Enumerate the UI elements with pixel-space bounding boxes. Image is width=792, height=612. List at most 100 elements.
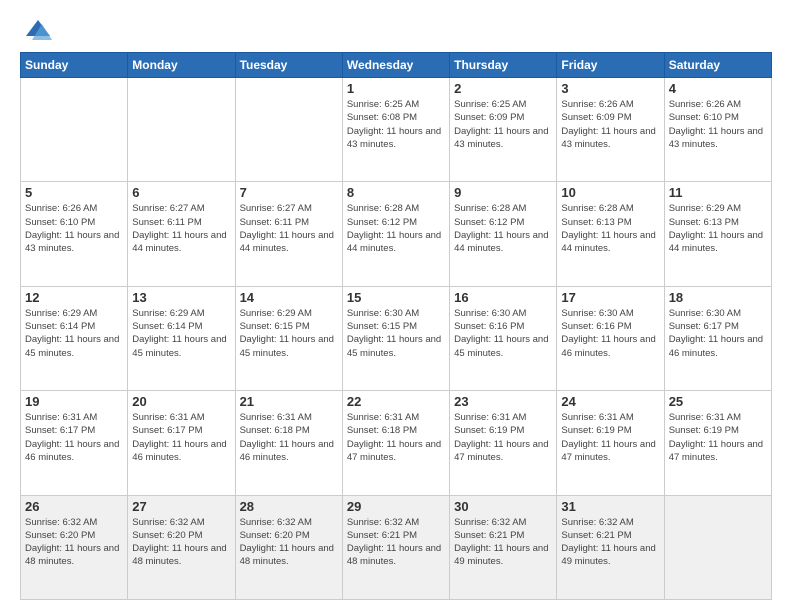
day-info: Sunrise: 6:32 AM Sunset: 6:20 PM Dayligh… bbox=[240, 516, 338, 569]
calendar-cell: 1Sunrise: 6:25 AM Sunset: 6:08 PM Daylig… bbox=[342, 78, 449, 182]
calendar-week-row: 19Sunrise: 6:31 AM Sunset: 6:17 PM Dayli… bbox=[21, 391, 772, 495]
day-info: Sunrise: 6:32 AM Sunset: 6:20 PM Dayligh… bbox=[25, 516, 123, 569]
logo bbox=[20, 16, 52, 44]
day-number: 2 bbox=[454, 81, 552, 96]
day-number: 20 bbox=[132, 394, 230, 409]
calendar-week-row: 26 Sunrise: 6:32 AM Sunset: 6:20 PM Dayli… bbox=[21, 495, 772, 599]
day-of-week-header: Friday bbox=[557, 53, 664, 78]
calendar-cell bbox=[664, 495, 771, 599]
calendar-cell bbox=[128, 78, 235, 182]
calendar-cell: 23Sunrise: 6:31 AM Sunset: 6:19 PM Dayli… bbox=[450, 391, 557, 495]
calendar-cell bbox=[235, 78, 342, 182]
day-number: 4 bbox=[669, 81, 767, 96]
day-info: Sunrise: 6:29 AM Sunset: 6:14 PM Dayligh… bbox=[132, 307, 230, 360]
day-info: Sunrise: 6:27 AM Sunset: 6:11 PM Dayligh… bbox=[240, 202, 338, 255]
day-number: 24 bbox=[561, 394, 659, 409]
calendar-cell: 8 Sunrise: 6:28 AM Sunset: 6:12 PM Daylig… bbox=[342, 182, 449, 286]
day-number: 16 bbox=[454, 290, 552, 305]
calendar-week-row: 1Sunrise: 6:25 AM Sunset: 6:08 PM Daylig… bbox=[21, 78, 772, 182]
day-info: Sunrise: 6:32 AM Sunset: 6:21 PM Dayligh… bbox=[454, 516, 552, 569]
day-number: 30 bbox=[454, 499, 552, 514]
calendar-cell: 21Sunrise: 6:31 AM Sunset: 6:18 PM Dayli… bbox=[235, 391, 342, 495]
calendar-cell: 12 Sunrise: 6:29 AM Sunset: 6:14 PM Dayli… bbox=[21, 286, 128, 390]
day-number: 29 bbox=[347, 499, 445, 514]
calendar-week-row: 12 Sunrise: 6:29 AM Sunset: 6:14 PM Dayli… bbox=[21, 286, 772, 390]
day-info: Sunrise: 6:25 AM Sunset: 6:09 PM Dayligh… bbox=[454, 98, 552, 151]
day-info: Sunrise: 6:31 AM Sunset: 6:17 PM Dayligh… bbox=[132, 411, 230, 464]
calendar-table: SundayMondayTuesdayWednesdayThursdayFrid… bbox=[20, 52, 772, 600]
calendar-cell: 27 Sunrise: 6:32 AM Sunset: 6:20 PM Dayli… bbox=[128, 495, 235, 599]
calendar-cell: 4 Sunrise: 6:26 AM Sunset: 6:10 PM Daylig… bbox=[664, 78, 771, 182]
day-info: Sunrise: 6:32 AM Sunset: 6:20 PM Dayligh… bbox=[132, 516, 230, 569]
calendar-cell: 5 Sunrise: 6:26 AM Sunset: 6:10 PM Daylig… bbox=[21, 182, 128, 286]
calendar-cell: 19Sunrise: 6:31 AM Sunset: 6:17 PM Dayli… bbox=[21, 391, 128, 495]
header bbox=[20, 16, 772, 44]
day-info: Sunrise: 6:29 AM Sunset: 6:15 PM Dayligh… bbox=[240, 307, 338, 360]
day-of-week-header: Saturday bbox=[664, 53, 771, 78]
day-number: 11 bbox=[669, 185, 767, 200]
logo-icon bbox=[24, 16, 52, 44]
calendar-cell: 2 Sunrise: 6:25 AM Sunset: 6:09 PM Daylig… bbox=[450, 78, 557, 182]
calendar-cell: 25Sunrise: 6:31 AM Sunset: 6:19 PM Dayli… bbox=[664, 391, 771, 495]
calendar-cell: 13 Sunrise: 6:29 AM Sunset: 6:14 PM Dayli… bbox=[128, 286, 235, 390]
day-info: Sunrise: 6:30 AM Sunset: 6:15 PM Dayligh… bbox=[347, 307, 445, 360]
day-info: Sunrise: 6:32 AM Sunset: 6:21 PM Dayligh… bbox=[347, 516, 445, 569]
day-number: 9 bbox=[454, 185, 552, 200]
calendar-cell: 26 Sunrise: 6:32 AM Sunset: 6:20 PM Dayli… bbox=[21, 495, 128, 599]
calendar-cell: 30 Sunrise: 6:32 AM Sunset: 6:21 PM Dayli… bbox=[450, 495, 557, 599]
day-number: 8 bbox=[347, 185, 445, 200]
day-number: 21 bbox=[240, 394, 338, 409]
calendar-cell: 7 Sunrise: 6:27 AM Sunset: 6:11 PM Daylig… bbox=[235, 182, 342, 286]
day-info: Sunrise: 6:29 AM Sunset: 6:13 PM Dayligh… bbox=[669, 202, 767, 255]
day-info: Sunrise: 6:25 AM Sunset: 6:08 PM Dayligh… bbox=[347, 98, 445, 151]
day-info: Sunrise: 6:31 AM Sunset: 6:18 PM Dayligh… bbox=[347, 411, 445, 464]
day-info: Sunrise: 6:30 AM Sunset: 6:16 PM Dayligh… bbox=[561, 307, 659, 360]
calendar-cell: 28 Sunrise: 6:32 AM Sunset: 6:20 PM Dayli… bbox=[235, 495, 342, 599]
calendar-cell: 6Sunrise: 6:27 AM Sunset: 6:11 PM Daylig… bbox=[128, 182, 235, 286]
day-info: Sunrise: 6:31 AM Sunset: 6:17 PM Dayligh… bbox=[25, 411, 123, 464]
day-number: 26 bbox=[25, 499, 123, 514]
calendar-cell: 16 Sunrise: 6:30 AM Sunset: 6:16 PM Dayli… bbox=[450, 286, 557, 390]
day-of-week-header: Monday bbox=[128, 53, 235, 78]
calendar-cell: 15Sunrise: 6:30 AM Sunset: 6:15 PM Dayli… bbox=[342, 286, 449, 390]
day-info: Sunrise: 6:29 AM Sunset: 6:14 PM Dayligh… bbox=[25, 307, 123, 360]
day-info: Sunrise: 6:28 AM Sunset: 6:12 PM Dayligh… bbox=[347, 202, 445, 255]
day-info: Sunrise: 6:26 AM Sunset: 6:10 PM Dayligh… bbox=[669, 98, 767, 151]
day-number: 31 bbox=[561, 499, 659, 514]
calendar-cell: 3Sunrise: 6:26 AM Sunset: 6:09 PM Daylig… bbox=[557, 78, 664, 182]
calendar-cell: 10 Sunrise: 6:28 AM Sunset: 6:13 PM Dayli… bbox=[557, 182, 664, 286]
calendar-cell bbox=[21, 78, 128, 182]
day-number: 18 bbox=[669, 290, 767, 305]
day-number: 14 bbox=[240, 290, 338, 305]
calendar-cell: 22 Sunrise: 6:31 AM Sunset: 6:18 PM Dayli… bbox=[342, 391, 449, 495]
day-info: Sunrise: 6:26 AM Sunset: 6:09 PM Dayligh… bbox=[561, 98, 659, 151]
day-number: 13 bbox=[132, 290, 230, 305]
calendar-cell: 20 Sunrise: 6:31 AM Sunset: 6:17 PM Dayli… bbox=[128, 391, 235, 495]
day-info: Sunrise: 6:26 AM Sunset: 6:10 PM Dayligh… bbox=[25, 202, 123, 255]
day-info: Sunrise: 6:32 AM Sunset: 6:21 PM Dayligh… bbox=[561, 516, 659, 569]
day-number: 10 bbox=[561, 185, 659, 200]
day-info: Sunrise: 6:30 AM Sunset: 6:16 PM Dayligh… bbox=[454, 307, 552, 360]
day-number: 6 bbox=[132, 185, 230, 200]
calendar-header-row: SundayMondayTuesdayWednesdayThursdayFrid… bbox=[21, 53, 772, 78]
day-number: 7 bbox=[240, 185, 338, 200]
calendar-cell: 14 Sunrise: 6:29 AM Sunset: 6:15 PM Dayli… bbox=[235, 286, 342, 390]
day-number: 12 bbox=[25, 290, 123, 305]
day-number: 22 bbox=[347, 394, 445, 409]
day-info: Sunrise: 6:28 AM Sunset: 6:12 PM Dayligh… bbox=[454, 202, 552, 255]
calendar-cell: 24 Sunrise: 6:31 AM Sunset: 6:19 PM Dayli… bbox=[557, 391, 664, 495]
day-number: 25 bbox=[669, 394, 767, 409]
day-number: 5 bbox=[25, 185, 123, 200]
day-number: 27 bbox=[132, 499, 230, 514]
day-of-week-header: Thursday bbox=[450, 53, 557, 78]
day-of-week-header: Wednesday bbox=[342, 53, 449, 78]
page: SundayMondayTuesdayWednesdayThursdayFrid… bbox=[0, 0, 792, 612]
day-of-week-header: Sunday bbox=[21, 53, 128, 78]
day-number: 28 bbox=[240, 499, 338, 514]
day-info: Sunrise: 6:31 AM Sunset: 6:19 PM Dayligh… bbox=[561, 411, 659, 464]
calendar-week-row: 5 Sunrise: 6:26 AM Sunset: 6:10 PM Daylig… bbox=[21, 182, 772, 286]
day-info: Sunrise: 6:30 AM Sunset: 6:17 PM Dayligh… bbox=[669, 307, 767, 360]
day-info: Sunrise: 6:28 AM Sunset: 6:13 PM Dayligh… bbox=[561, 202, 659, 255]
calendar-cell: 31 Sunrise: 6:32 AM Sunset: 6:21 PM Dayli… bbox=[557, 495, 664, 599]
day-of-week-header: Tuesday bbox=[235, 53, 342, 78]
